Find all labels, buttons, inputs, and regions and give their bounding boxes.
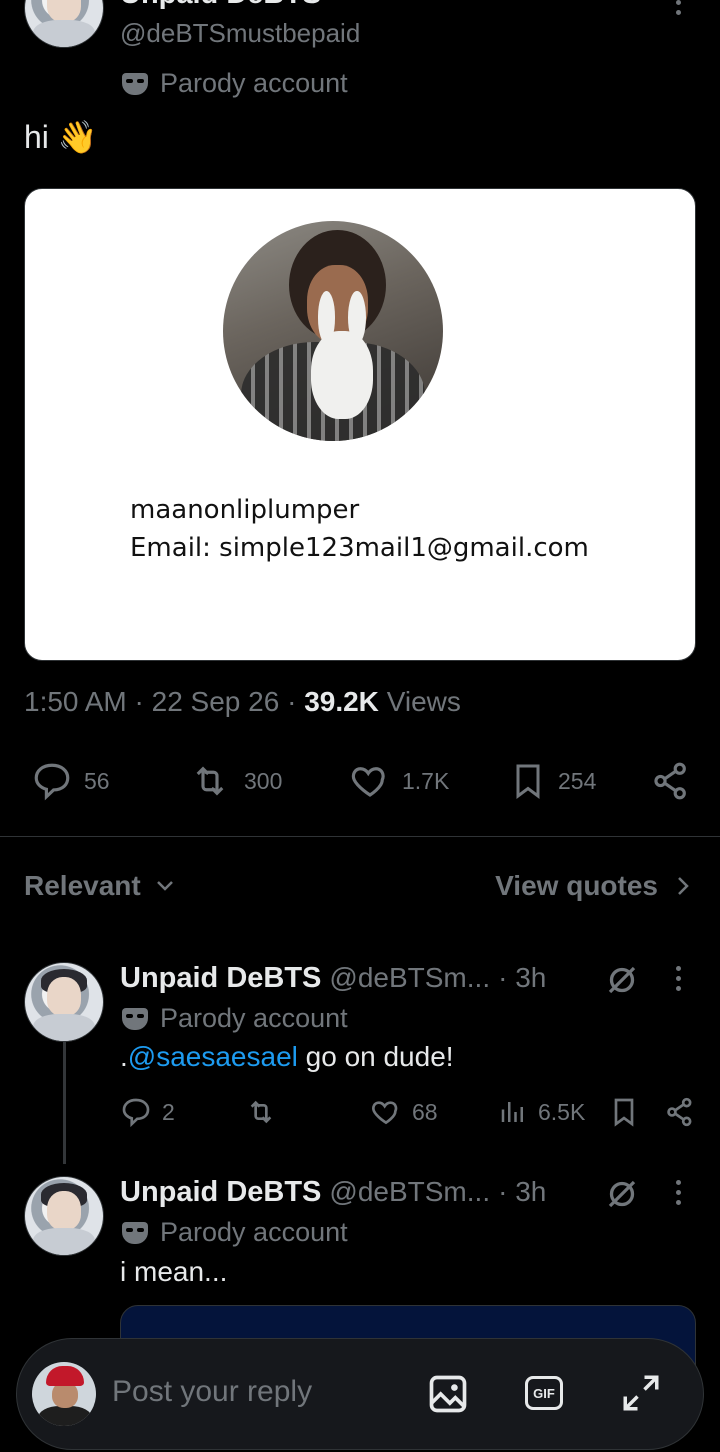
reply-time: · 3h [498,1176,547,1207]
parody-mask-icon [122,1007,148,1030]
reply-more-options-icon[interactable] [676,966,681,991]
view-quotes-label: View quotes [495,870,658,901]
reply-avatar[interactable] [24,1176,104,1256]
repost-icon [196,766,224,796]
reply-count: 56 [84,767,110,794]
views-label: Views [386,686,461,717]
reply-author-handle[interactable]: @deBTSm... [329,962,490,994]
profile-photo [223,221,443,441]
chevron-right-icon [678,877,689,895]
card-email: Email: simple123mail1@gmail.com [130,533,589,563]
gif-button[interactable]: GIF [525,1376,563,1410]
tweet-time: 1:50 AM [24,686,127,717]
reply-parody-label: Parody account [160,1217,348,1247]
reply-parody-badge: Parody account [122,1003,348,1034]
like-button[interactable]: 1.7K [348,760,449,802]
reply-repost-button[interactable] [244,1096,278,1128]
heart-icon [372,1101,398,1125]
view-quotes-link[interactable]: View quotes [495,870,690,902]
reply-button[interactable]: 56 [30,760,110,802]
reply-input[interactable]: Post your reply [112,1375,312,1409]
views-icon [501,1102,523,1122]
repost-button[interactable]: 300 [186,760,282,802]
image-icon[interactable] [426,1372,470,1416]
reply-text-prefix: . [120,1041,128,1072]
tweet-meta: 1:50 AM · 22 Sep 26 · 39.2K Views [24,686,461,717]
my-avatar [32,1362,96,1426]
parody-mask-icon [122,72,148,95]
share-icon[interactable] [664,1096,696,1128]
like-count: 1.7K [402,767,450,794]
card-username: maanonliplumper [130,495,360,525]
reply-header: Unpaid DeBTS @deBTSm... · 3h [120,962,546,995]
mention-link[interactable]: @saesaesael [128,1041,298,1072]
grok-icon[interactable] [604,962,640,998]
bookmark-count: 254 [558,767,597,794]
reply-parody-label: Parody account [160,1003,348,1033]
reply-parody-badge: Parody account [122,1217,348,1248]
grok-icon[interactable] [604,1176,640,1212]
heart-icon [351,767,385,797]
bookmark-icon[interactable] [608,1096,640,1128]
share-button[interactable] [650,760,692,802]
bookmark-button[interactable]: 254 [508,760,596,802]
reply-icon [34,763,70,801]
reply-reply-button[interactable]: 2 [120,1096,175,1128]
reply-time: · 3h [498,962,547,993]
tweet-image-card[interactable]: maanonliplumper Email: simple123mail1@gm… [24,188,696,661]
reply-avatar[interactable] [24,962,104,1042]
reply-like-count: 68 [412,1098,438,1125]
reply-header: Unpaid DeBTS @deBTSm... · 3h [120,1176,546,1209]
reply-author-name[interactable]: Unpaid DeBTS [120,1176,321,1209]
author-handle[interactable]: @deBTSmustbepaid [120,18,360,49]
parody-mask-icon [122,1221,148,1244]
reply-more-options-icon[interactable] [676,1180,681,1205]
repost-count: 300 [244,767,283,794]
divider [0,836,720,837]
more-options-icon[interactable] [676,0,681,15]
reply-views-count: 6.5K [538,1098,586,1125]
tweet-text: hi 👋 [24,119,98,155]
views-count[interactable]: 39.2K [304,686,379,717]
chevron-down-icon [156,881,173,891]
reply-text-suffix: go on dude! [297,1041,454,1072]
reply-like-button[interactable]: 68 [370,1096,438,1128]
reply-author-name[interactable]: Unpaid DeBTS [120,962,321,995]
reply-icon [122,1098,150,1128]
reply-text: .@saesaesael go on dude! [120,1041,454,1073]
expand-icon[interactable] [620,1372,662,1414]
parody-badge: Parody account [122,68,348,99]
bookmark-icon [516,764,540,799]
reply-reply-count: 2 [162,1098,175,1125]
parody-label: Parody account [160,68,348,98]
sort-label: Relevant [24,870,141,901]
repost-icon [250,1100,272,1124]
tweet-date: 22 Sep 26 [151,686,280,717]
thread-line [63,1042,66,1164]
reply-text: i mean... [120,1256,228,1287]
author-avatar[interactable] [24,0,104,48]
share-icon [654,762,686,800]
author-name[interactable]: Unpaid DeBTS [120,0,321,11]
sort-dropdown[interactable]: Relevant [24,870,175,902]
reply-author-handle[interactable]: @deBTSm... [329,1176,490,1208]
reply-views-button[interactable]: 6.5K [498,1096,585,1128]
